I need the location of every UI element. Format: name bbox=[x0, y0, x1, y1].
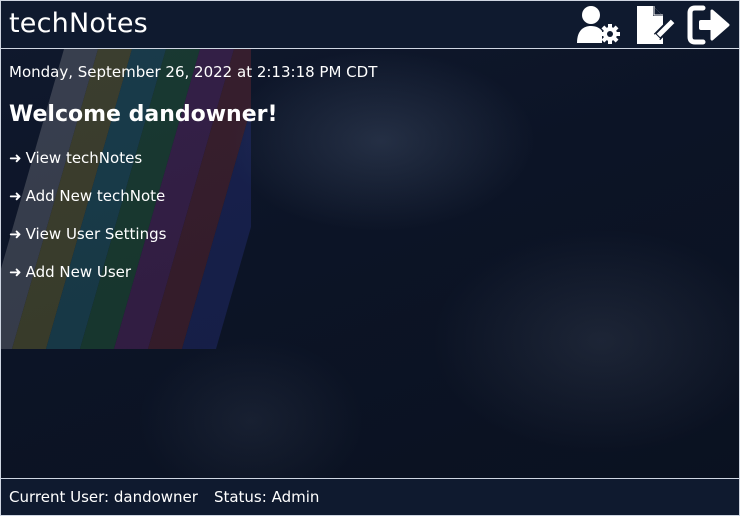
link-label: Add New User bbox=[25, 263, 132, 281]
arrow-right-icon: ➜ bbox=[9, 187, 22, 205]
arrow-right-icon: ➜ bbox=[9, 225, 22, 243]
nav-links: ➜ View techNotes ➜ Add New techNote ➜ Vi… bbox=[9, 139, 731, 291]
welcome-heading: Welcome dandowner! bbox=[9, 102, 278, 127]
link-label: Add New techNote bbox=[25, 187, 166, 205]
current-datetime: Monday, September 26, 2022 at 2:13:18 PM… bbox=[9, 63, 378, 81]
main-content: Monday, September 26, 2022 at 2:13:18 PM… bbox=[9, 62, 731, 291]
header-actions bbox=[575, 5, 733, 45]
user-settings-icon[interactable] bbox=[575, 5, 621, 45]
app-header: techNotes bbox=[1, 1, 739, 49]
link-label: View techNotes bbox=[25, 149, 143, 167]
add-new-technote-link[interactable]: ➜ Add New techNote bbox=[9, 177, 165, 215]
new-note-icon[interactable] bbox=[631, 5, 677, 45]
current-user-text: Current User: dandowner bbox=[9, 488, 198, 506]
app-title[interactable]: techNotes bbox=[9, 7, 148, 41]
app-footer: Current User: dandowner Status: Admin bbox=[1, 478, 739, 515]
arrow-right-icon: ➜ bbox=[9, 149, 22, 167]
view-technotes-link[interactable]: ➜ View techNotes bbox=[9, 139, 142, 177]
logout-icon[interactable] bbox=[687, 5, 733, 45]
app-frame: techNotes Monday, September 26, 2022 at … bbox=[0, 0, 740, 516]
view-user-settings-link[interactable]: ➜ View User Settings bbox=[9, 215, 166, 253]
add-new-user-link[interactable]: ➜ Add New User bbox=[9, 253, 131, 291]
link-label: View User Settings bbox=[25, 225, 167, 243]
status-text: Status: Admin bbox=[213, 488, 320, 506]
arrow-right-icon: ➜ bbox=[9, 263, 22, 281]
